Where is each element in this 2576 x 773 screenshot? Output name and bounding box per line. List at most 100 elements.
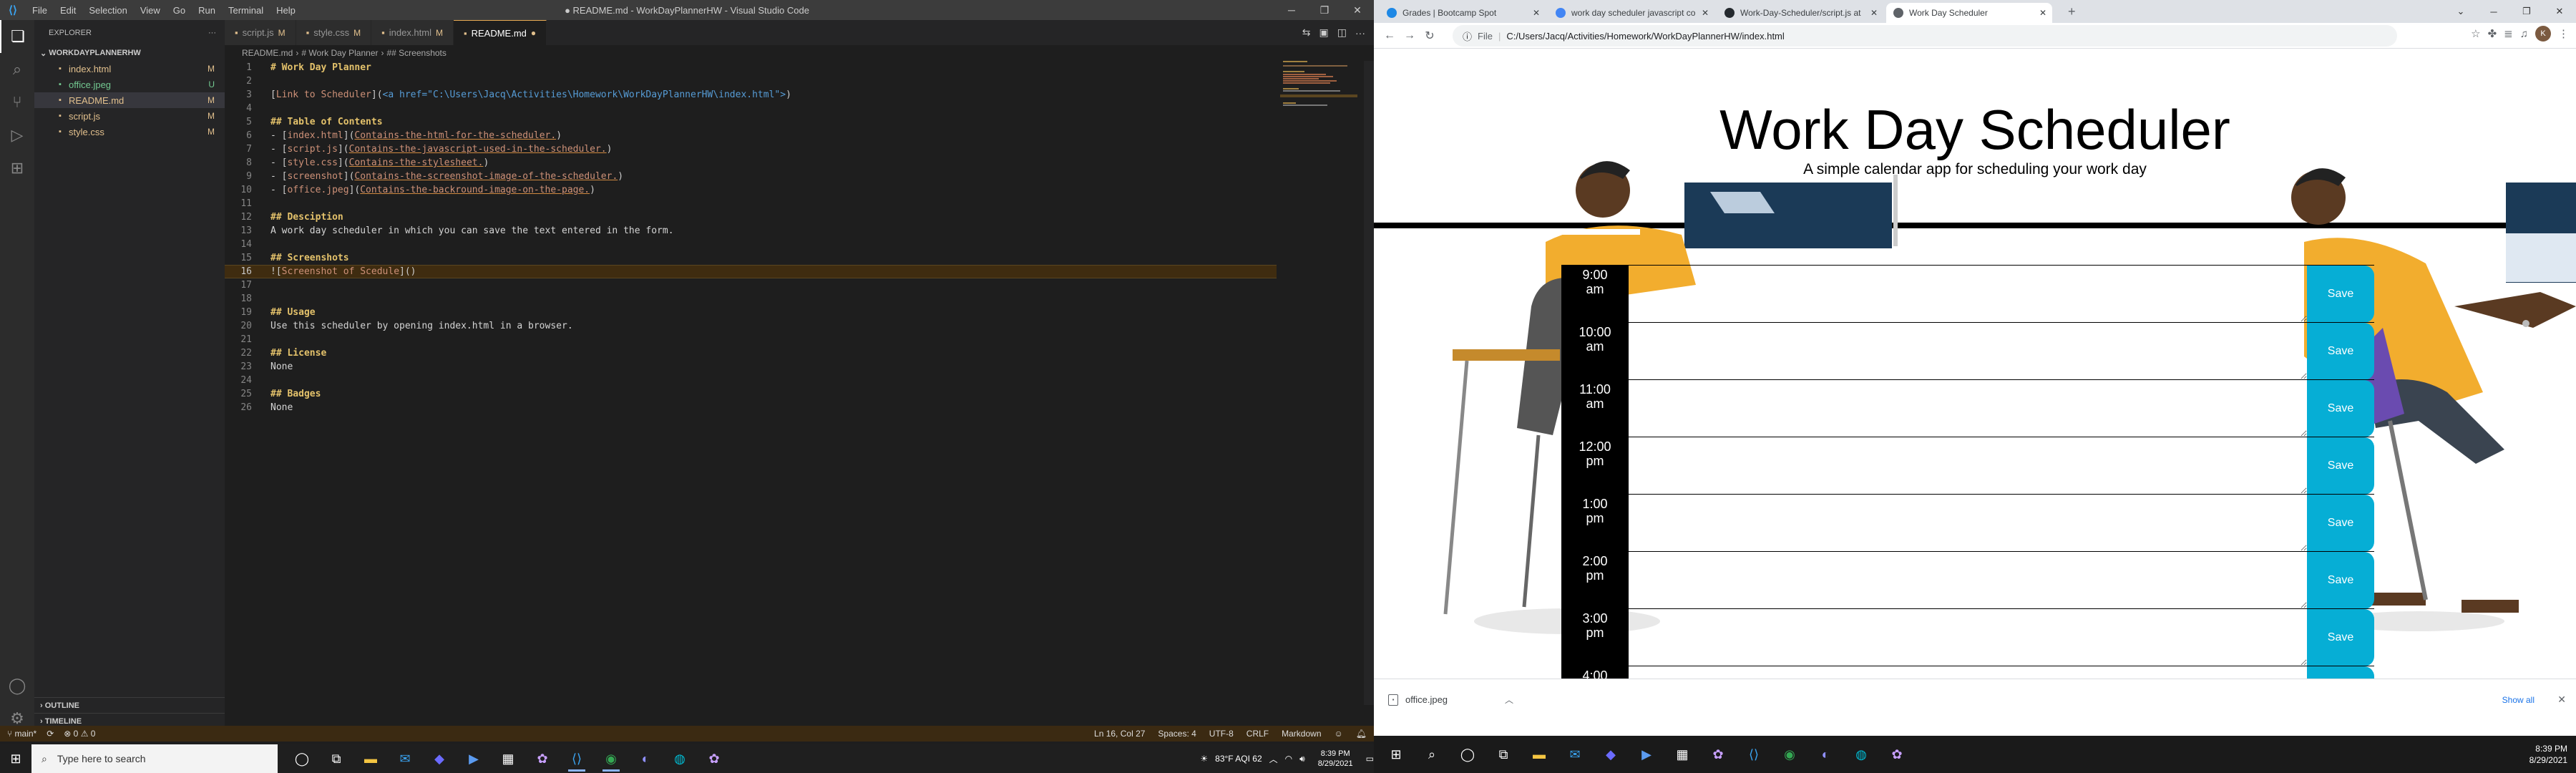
close-icon[interactable]: ✕ xyxy=(1341,0,1374,20)
profile-avatar[interactable]: K xyxy=(2535,26,2551,42)
task-view-icon[interactable]: ⧉ xyxy=(322,744,351,773)
tab-close-icon[interactable]: ✕ xyxy=(1533,8,1540,18)
tab-search-icon[interactable]: ⌄ xyxy=(2444,0,2477,23)
menu-item-edit[interactable]: Edit xyxy=(54,5,82,16)
file-explorer-icon[interactable]: ▬ xyxy=(1523,738,1556,771)
menu-item-run[interactable]: Run xyxy=(192,5,222,16)
code-line[interactable]: 23 None xyxy=(225,360,1277,374)
code-line[interactable]: 21 xyxy=(225,333,1277,346)
tab-modified-mark[interactable]: M xyxy=(278,28,286,38)
save-button[interactable]: Save xyxy=(2307,266,2374,323)
compare-icon[interactable]: ⇆ xyxy=(1302,26,1311,39)
windows-start-icon[interactable]: ⊞ xyxy=(1380,738,1413,771)
forward-icon[interactable]: → xyxy=(1400,26,1420,46)
cortana-icon[interactable]: ◯ xyxy=(1451,738,1484,771)
file-explorer-icon[interactable]: ▬ xyxy=(356,744,385,773)
code-line[interactable]: 12 ## Desciption xyxy=(225,210,1277,224)
code-line[interactable]: 14 xyxy=(225,238,1277,251)
task-view-icon[interactable]: ⧉ xyxy=(1487,738,1520,771)
code-line[interactable]: 2 xyxy=(225,74,1277,88)
zoom-icon[interactable]: ▶ xyxy=(459,744,488,773)
tab-close-icon[interactable]: ✕ xyxy=(1702,8,1709,18)
code-line[interactable]: 6 - [index.html](Contains-the-html-for-th… xyxy=(225,129,1277,142)
visual-studio-icon[interactable]: ◆ xyxy=(1594,738,1627,771)
vscode-taskbar-icon[interactable]: ⟨⟩ xyxy=(562,744,591,773)
taskbar-clock[interactable]: 8:39 PM 8/29/2021 xyxy=(1312,749,1359,769)
paint-icon[interactable]: ✿ xyxy=(700,744,728,773)
cortana-icon[interactable]: ◯ xyxy=(288,744,316,773)
chevron-up-icon[interactable]: ︿ xyxy=(1505,694,1513,706)
save-button[interactable]: Save xyxy=(2307,380,2374,437)
code-line[interactable]: 9 - [screenshot](Contains-the-screenshot-… xyxy=(225,170,1277,183)
paint-icon[interactable]: ✿ xyxy=(1880,738,1913,771)
browser-tab[interactable]: Work Day Scheduler ✕ xyxy=(1886,3,2052,23)
file-item[interactable]: ▪ index.html M xyxy=(34,61,225,77)
volume-icon[interactable]: 🔊︎ xyxy=(1299,754,1305,764)
code-line[interactable]: 24 xyxy=(225,374,1277,387)
code-line[interactable]: 19 ## Usage xyxy=(225,306,1277,319)
more-actions-icon[interactable]: ··· xyxy=(1355,27,1365,39)
code-line[interactable]: 25 ## Badges xyxy=(225,387,1277,401)
menu-item-file[interactable]: File xyxy=(26,5,54,16)
save-button[interactable]: Save xyxy=(2307,323,2374,380)
mail-icon[interactable]: ✉ xyxy=(391,744,419,773)
browser-tab[interactable]: Grades | Bootcamp Spot ✕ xyxy=(1380,3,1546,23)
menu-item-help[interactable]: Help xyxy=(270,5,302,16)
event-textarea[interactable] xyxy=(1629,495,2307,552)
tab-script-js[interactable]: ▪ script.js M xyxy=(225,20,296,45)
minimize-icon[interactable]: ─ xyxy=(2477,0,2510,23)
vscode-taskbar-icon[interactable]: ⟨⟩ xyxy=(1737,738,1770,771)
discord-icon[interactable]: ◐ xyxy=(1809,738,1842,771)
paint-icon[interactable]: ✿ xyxy=(528,744,557,773)
code-line[interactable]: 26 None xyxy=(225,401,1277,414)
problems-indicator[interactable]: ⊗ 0 ⚠ 0 xyxy=(64,729,95,739)
edge-icon[interactable]: ◍ xyxy=(1845,738,1878,771)
code-line[interactable]: 4 xyxy=(225,102,1277,115)
editor-scrollbar[interactable] xyxy=(1364,61,1374,705)
source-control-icon[interactable]: ⑂ xyxy=(0,86,34,119)
event-textarea[interactable] xyxy=(1629,437,2307,495)
account-icon[interactable]: ◯ xyxy=(0,669,34,702)
extensions-icon[interactable]: ⊞ xyxy=(0,152,34,185)
save-button[interactable]: Save xyxy=(2307,495,2374,552)
tab-index-html[interactable]: ▪ index.html M xyxy=(371,20,454,45)
chrome-icon[interactable]: ◉ xyxy=(597,744,625,773)
mail-icon[interactable]: ✉ xyxy=(1558,738,1591,771)
encoding[interactable]: UTF-8 xyxy=(1209,729,1234,739)
folder-header[interactable]: ⌄ WORKDAYPLANNERHW xyxy=(34,45,225,61)
browser-tab[interactable]: work day scheduler javascript co ✕ xyxy=(1548,3,1714,23)
tab-style-css[interactable]: ▪ style.css M xyxy=(296,20,372,45)
back-icon[interactable]: ← xyxy=(1380,26,1400,46)
tray-chevron-icon[interactable]: ︿ xyxy=(1269,753,1278,765)
tab-close-icon[interactable]: ✕ xyxy=(1870,8,1878,18)
breadcrumb-item[interactable]: ## Screenshots xyxy=(387,48,447,58)
event-textarea[interactable] xyxy=(1629,666,2307,679)
close-icon[interactable]: ✕ xyxy=(2557,694,2566,706)
cursor-position[interactable]: Ln 16, Col 27 xyxy=(1094,729,1145,739)
address-bar[interactable]: ⓘ File | C:/Users/Jacq/Activities/Homewo… xyxy=(1453,25,2397,47)
menu-item-terminal[interactable]: Terminal xyxy=(222,5,270,16)
event-textarea[interactable] xyxy=(1629,609,2307,666)
restore-icon[interactable]: ❐ xyxy=(1308,0,1341,20)
line-ending[interactable]: CRLF xyxy=(1246,729,1269,739)
reload-icon[interactable]: ↻ xyxy=(1420,26,1440,46)
discord-icon[interactable]: ◐ xyxy=(631,744,660,773)
explorer-icon[interactable]: ❏ xyxy=(0,20,34,53)
zoom-icon[interactable]: ▶ xyxy=(1630,738,1663,771)
preview-icon[interactable]: ▣ xyxy=(1319,26,1329,39)
notification-icon[interactable]: ▭ xyxy=(1366,754,1374,764)
bell-icon[interactable]: 🔔︎ xyxy=(1356,729,1367,739)
tab-readme-md[interactable]: ▪ README.md ● xyxy=(453,20,547,45)
new-tab-icon[interactable]: + xyxy=(2068,4,2076,19)
tab-modified-mark[interactable]: M xyxy=(436,28,443,38)
code-line[interactable]: 10 - [office.jpeg](Contains-the-backround… xyxy=(225,183,1277,197)
code-line[interactable]: 17 xyxy=(225,278,1277,292)
edge-icon[interactable]: ◍ xyxy=(665,744,694,773)
breadcrumb-item[interactable]: # Work Day Planner xyxy=(301,48,378,58)
wifi-icon[interactable]: ◠ xyxy=(1285,754,1292,764)
paint-icon[interactable]: ✿ xyxy=(1702,738,1735,771)
browser-tab[interactable]: Work-Day-Scheduler/script.js at ✕ xyxy=(1717,3,1883,23)
run-debug-icon[interactable]: ▷ xyxy=(0,119,34,152)
save-button[interactable]: Save xyxy=(2307,609,2374,666)
code-editor[interactable]: 1 # Work Day Planner 2 3 [Link to Scheduler]… xyxy=(225,61,1277,705)
